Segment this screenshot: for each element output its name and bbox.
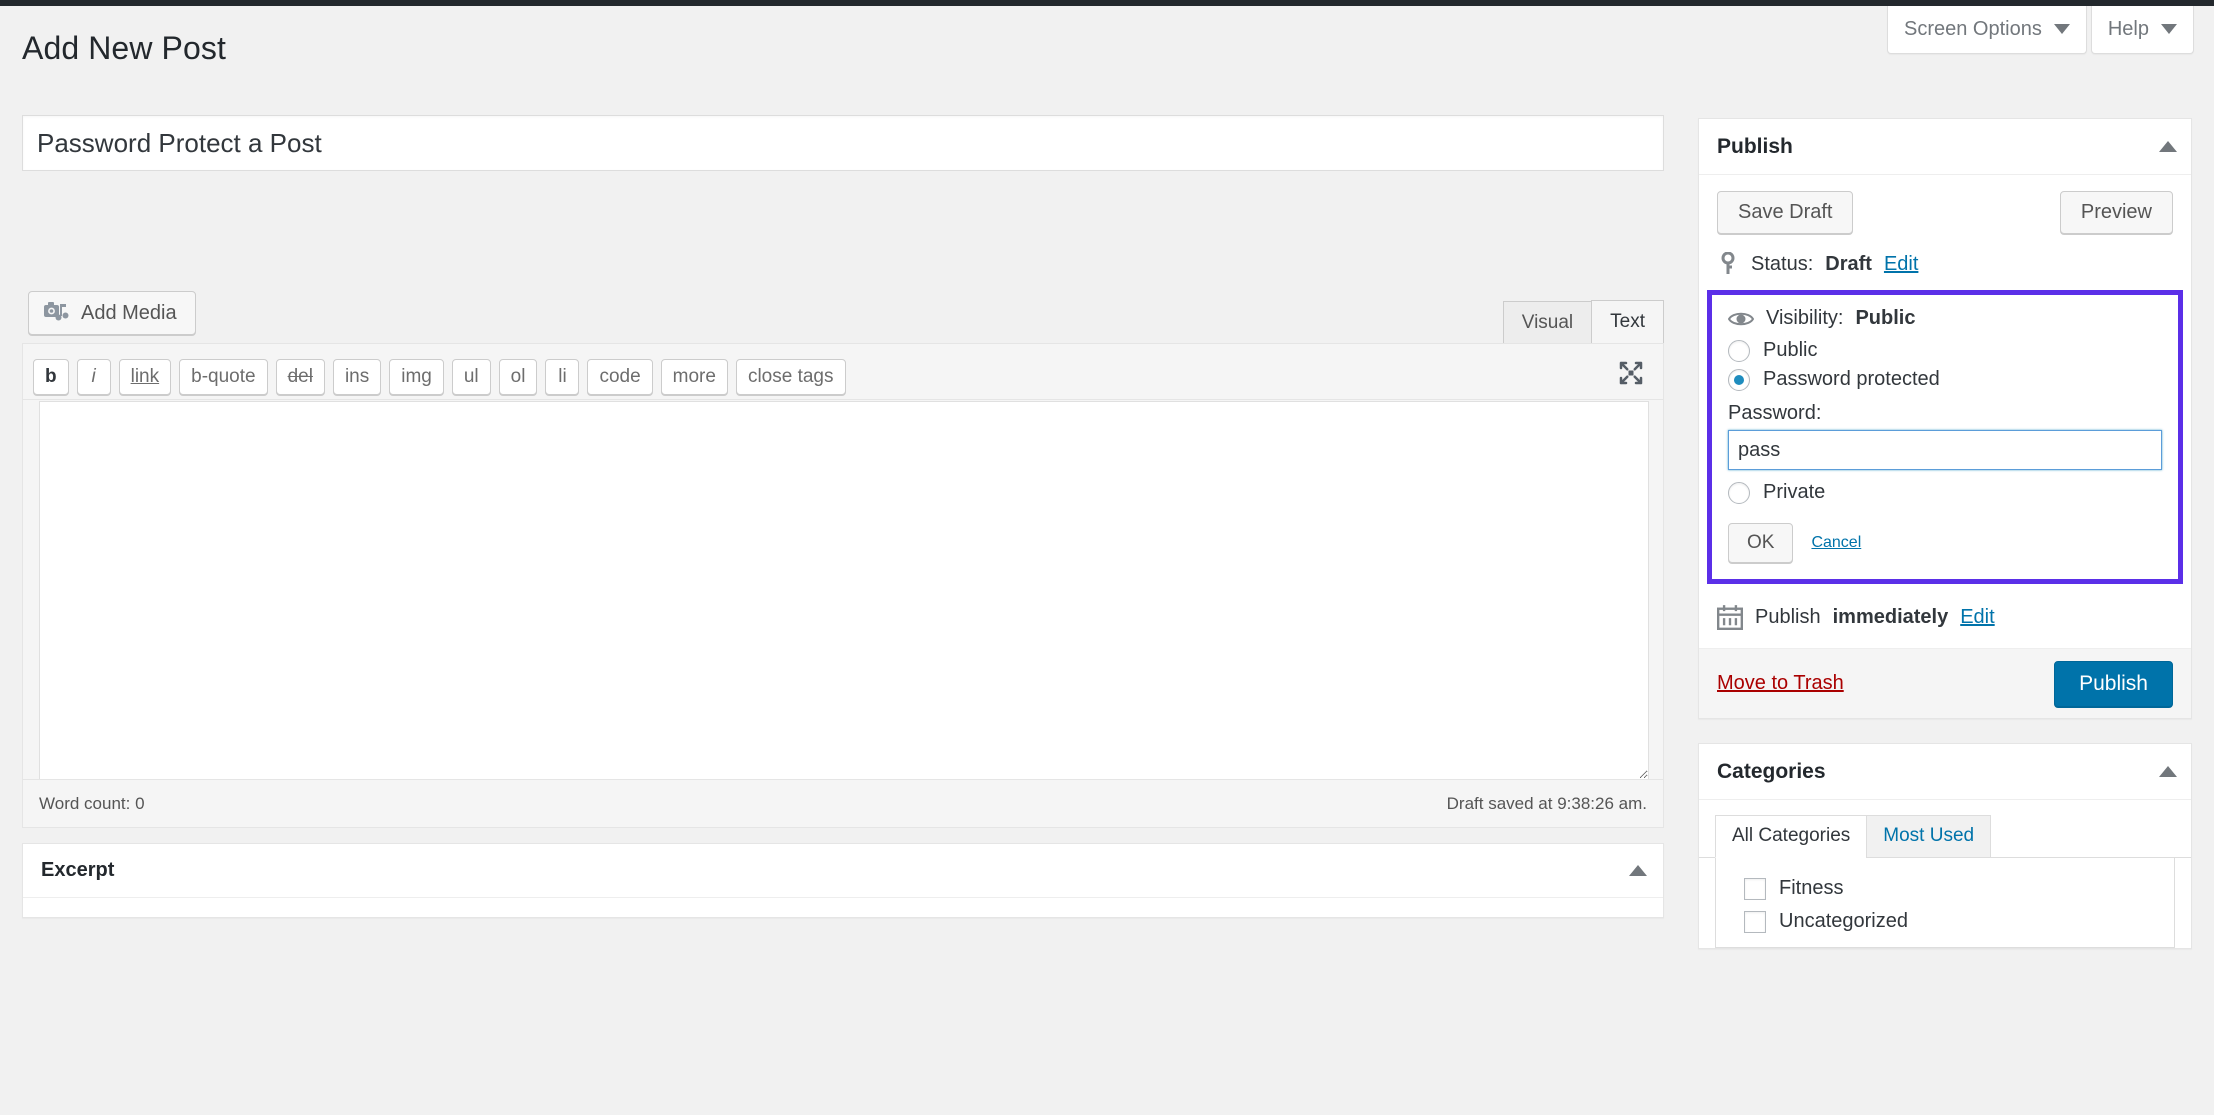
post-status-info-bar: Word count: 0 Draft saved at 9:38:26 am. bbox=[23, 779, 1663, 827]
post-status-row: Status: Draft Edit bbox=[1699, 242, 2191, 290]
quicktag-b[interactable]: b bbox=[33, 358, 69, 395]
tab-text[interactable]: Text bbox=[1591, 300, 1664, 345]
chevron-down-icon bbox=[2161, 24, 2177, 34]
visibility-actions: OK Cancel bbox=[1728, 523, 2162, 563]
radio-password-protected[interactable] bbox=[1728, 368, 1750, 391]
add-media-button[interactable]: Add Media bbox=[28, 291, 196, 335]
visibility-ok-button[interactable]: OK bbox=[1728, 523, 1794, 563]
category-item-uncategorized[interactable]: Uncategorized bbox=[1744, 905, 2174, 938]
visibility-option-private[interactable]: Private bbox=[1728, 478, 2162, 507]
quicktag-del[interactable]: del bbox=[275, 358, 325, 395]
autosave-info: Draft saved at 9:38:26 am. bbox=[1446, 793, 1647, 813]
visibility-value: Public bbox=[1855, 307, 1916, 329]
excerpt-header[interactable]: Excerpt bbox=[23, 844, 1663, 898]
category-label-uncategorized: Uncategorized bbox=[1779, 910, 1908, 932]
categories-checklist: Fitness Uncategorized bbox=[1715, 858, 2175, 948]
tab-most-used[interactable]: Most Used bbox=[1866, 815, 1992, 858]
quicktag-img[interactable]: img bbox=[389, 358, 444, 395]
screen-options-label: Screen Options bbox=[1904, 18, 2042, 40]
tab-visual[interactable]: Visual bbox=[1502, 301, 1593, 345]
preview-button[interactable]: Preview bbox=[2059, 191, 2173, 234]
post-content-textarea[interactable] bbox=[39, 401, 1649, 779]
quicktag-ol[interactable]: ol bbox=[498, 358, 538, 395]
quicktag-li[interactable]: li bbox=[545, 358, 580, 395]
visibility-cancel-link[interactable]: Cancel bbox=[1811, 534, 1861, 552]
major-publishing-actions: Move to Trash Publish bbox=[1699, 648, 2191, 718]
add-media-label: Add Media bbox=[81, 301, 177, 324]
media-buttons-row: Add Media Visual Text bbox=[22, 283, 1664, 345]
schedule-edit-link[interactable]: Edit bbox=[1960, 606, 1994, 629]
fullscreen-expand-glyph bbox=[1619, 361, 1643, 385]
excerpt-postbox: Excerpt bbox=[22, 843, 1664, 918]
help-button[interactable]: Help bbox=[2090, 6, 2194, 54]
fullscreen-expand-icon[interactable] bbox=[1611, 355, 1651, 391]
post-password-input[interactable] bbox=[1728, 430, 2162, 470]
categories-box-title: Categories bbox=[1717, 759, 1826, 783]
quicktag-ins[interactable]: ins bbox=[332, 358, 382, 395]
calendar-icon bbox=[1717, 605, 1743, 630]
publish-sidebar: Publish Save Draft Preview Status: Draft… bbox=[1698, 118, 2192, 973]
chevron-up-icon[interactable] bbox=[2159, 141, 2177, 152]
visibility-panel-inner: Visibility: Public Public Password prote… bbox=[1712, 295, 2178, 579]
main-editor-column: Add Media Visual Text b i link b-quote d… bbox=[22, 115, 1664, 918]
publish-box-header[interactable]: Publish bbox=[1699, 119, 2191, 175]
chevron-down-icon bbox=[2053, 24, 2070, 34]
status-prefix: Status: bbox=[1751, 252, 1814, 275]
key-icon bbox=[1721, 252, 1735, 274]
minor-publishing-actions: Save Draft Preview bbox=[1699, 175, 2191, 242]
publish-button[interactable]: Publish bbox=[2054, 660, 2173, 707]
schedule-value: immediately bbox=[1832, 605, 1949, 628]
radio-public[interactable] bbox=[1728, 339, 1750, 362]
chevron-up-icon[interactable] bbox=[1629, 865, 1647, 876]
visibility-option-password-label: Password protected bbox=[1763, 368, 1940, 390]
publish-box-title: Publish bbox=[1717, 134, 1793, 158]
quicktag-close-tags[interactable]: close tags bbox=[735, 358, 846, 395]
help-label: Help bbox=[2107, 18, 2149, 40]
quicktag-more[interactable]: more bbox=[660, 358, 728, 395]
editor-mode-tabs: Visual Text bbox=[1502, 299, 1664, 345]
checkbox-fitness[interactable] bbox=[1744, 877, 1766, 900]
categories-box-header[interactable]: Categories bbox=[1699, 744, 2191, 800]
editor-container: b i link b-quote del ins img ul ol li co… bbox=[22, 343, 1664, 828]
media-icon bbox=[44, 302, 69, 321]
visibility-option-password[interactable]: Password protected bbox=[1728, 365, 2162, 394]
visibility-option-public[interactable]: Public bbox=[1728, 336, 2162, 365]
visibility-prefix: Visibility: bbox=[1766, 307, 1844, 329]
checkbox-uncategorized[interactable] bbox=[1744, 910, 1766, 933]
quicktags-toolbar: b i link b-quote del ins img ul ol li co… bbox=[23, 344, 1663, 400]
screen-meta-links: Screen Options Help bbox=[1887, 6, 2194, 54]
publish-postbox: Publish Save Draft Preview Status: Draft… bbox=[1698, 118, 2192, 719]
visibility-option-public-label: Public bbox=[1763, 339, 1818, 361]
word-count: Word count: 0 bbox=[39, 793, 145, 813]
quicktag-b-quote[interactable]: b-quote bbox=[179, 358, 268, 395]
move-to-trash-link[interactable]: Move to Trash bbox=[1717, 672, 1844, 695]
admin-bar-strip bbox=[0, 0, 2214, 6]
publish-schedule-row: Publish immediately Edit bbox=[1699, 594, 2191, 648]
visibility-option-private-label: Private bbox=[1763, 481, 1826, 503]
eye-icon bbox=[1728, 312, 1754, 325]
status-edit-link[interactable]: Edit bbox=[1884, 253, 1918, 276]
category-label-fitness: Fitness bbox=[1779, 877, 1844, 899]
save-draft-button[interactable]: Save Draft bbox=[1717, 191, 1854, 234]
quicktag-link[interactable]: link bbox=[118, 358, 172, 395]
password-field-label: Password: bbox=[1728, 402, 1822, 424]
radio-private[interactable] bbox=[1728, 481, 1750, 504]
tab-all-categories[interactable]: All Categories bbox=[1715, 815, 1868, 858]
chevron-up-icon[interactable] bbox=[2159, 766, 2177, 777]
quicktag-ul[interactable]: ul bbox=[451, 358, 491, 395]
quicktag-i[interactable]: i bbox=[76, 358, 111, 395]
excerpt-title: Excerpt bbox=[41, 859, 115, 881]
screen-options-button[interactable]: Screen Options bbox=[1887, 6, 2087, 54]
categories-tabs: All Categories Most Used bbox=[1699, 800, 2191, 858]
quicktag-code[interactable]: code bbox=[587, 358, 653, 395]
post-title-input[interactable] bbox=[22, 115, 1664, 171]
category-item-fitness[interactable]: Fitness bbox=[1744, 872, 2174, 905]
schedule-prefix: Publish bbox=[1755, 605, 1821, 628]
categories-postbox: Categories All Categories Most Used Fitn… bbox=[1698, 743, 2192, 949]
status-value: Draft bbox=[1825, 252, 1872, 275]
visibility-edit-panel: Visibility: Public Public Password prote… bbox=[1707, 290, 2183, 584]
page-title: Add New Post bbox=[22, 30, 226, 66]
visibility-summary-row: Visibility: Public bbox=[1728, 307, 2162, 330]
